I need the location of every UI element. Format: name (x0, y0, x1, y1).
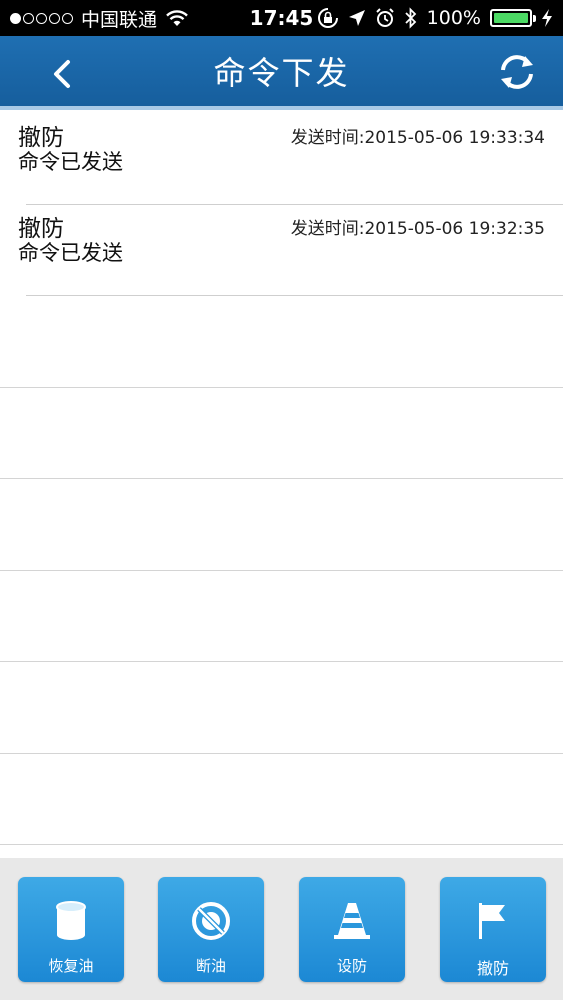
empty-row (0, 388, 563, 479)
empty-row (0, 479, 563, 571)
cut-oil-button[interactable]: 断油 (158, 877, 264, 982)
command-send-time: 发送时间:2015-05-06 19:33:34 (290, 128, 545, 148)
arm-button[interactable]: 设防 (299, 877, 405, 982)
refresh-icon[interactable] (495, 50, 539, 94)
oil-drum-icon (56, 901, 86, 940)
status-right: 100% (317, 0, 553, 36)
alarm-clock-icon (375, 8, 394, 27)
battery-percent: 100% (426, 7, 481, 29)
command-send-time: 发送时间:2015-05-06 19:32:35 (290, 219, 545, 239)
list-item[interactable]: 撤防 命令已发送 发送时间:2015-05-06 19:33:34 (0, 114, 563, 205)
traffic-cone-icon (334, 903, 370, 939)
command-list: 撤防 命令已发送 发送时间:2015-05-06 19:33:34 撤防 命令已… (0, 114, 563, 845)
command-status: 命令已发送 (18, 150, 123, 174)
disarm-button[interactable]: 撤防 (440, 877, 546, 982)
arm-label: 设防 (336, 957, 367, 975)
rotation-lock-icon (317, 8, 338, 28)
bluetooth-icon (405, 7, 416, 29)
page-title: 命令下发 (213, 54, 350, 92)
divider (26, 295, 563, 296)
status-bar: 中国联通 17:45 100% (0, 0, 563, 36)
empty-row (0, 296, 563, 388)
empty-row (0, 662, 563, 754)
location-arrow-icon (348, 10, 365, 26)
disarm-label: 撤防 (476, 959, 509, 978)
charging-bolt-icon (542, 9, 552, 27)
bottom-toolbar: 恢复油 断油 设防 撤防 (0, 858, 563, 1000)
cut-oil-label: 断油 (195, 957, 226, 975)
prohibited-icon (192, 902, 230, 940)
flag-icon (479, 903, 505, 939)
command-status: 命令已发送 (18, 241, 123, 265)
empty-row (0, 571, 563, 662)
nav-bar: 命令下发 (0, 36, 563, 110)
empty-row (0, 754, 563, 845)
battery-icon (490, 9, 536, 27)
restore-oil-button[interactable]: 恢复油 (18, 877, 124, 982)
restore-oil-label: 恢复油 (48, 957, 94, 975)
back-icon[interactable] (44, 54, 84, 94)
list-item[interactable]: 撤防 命令已发送 发送时间:2015-05-06 19:32:35 (0, 205, 563, 296)
